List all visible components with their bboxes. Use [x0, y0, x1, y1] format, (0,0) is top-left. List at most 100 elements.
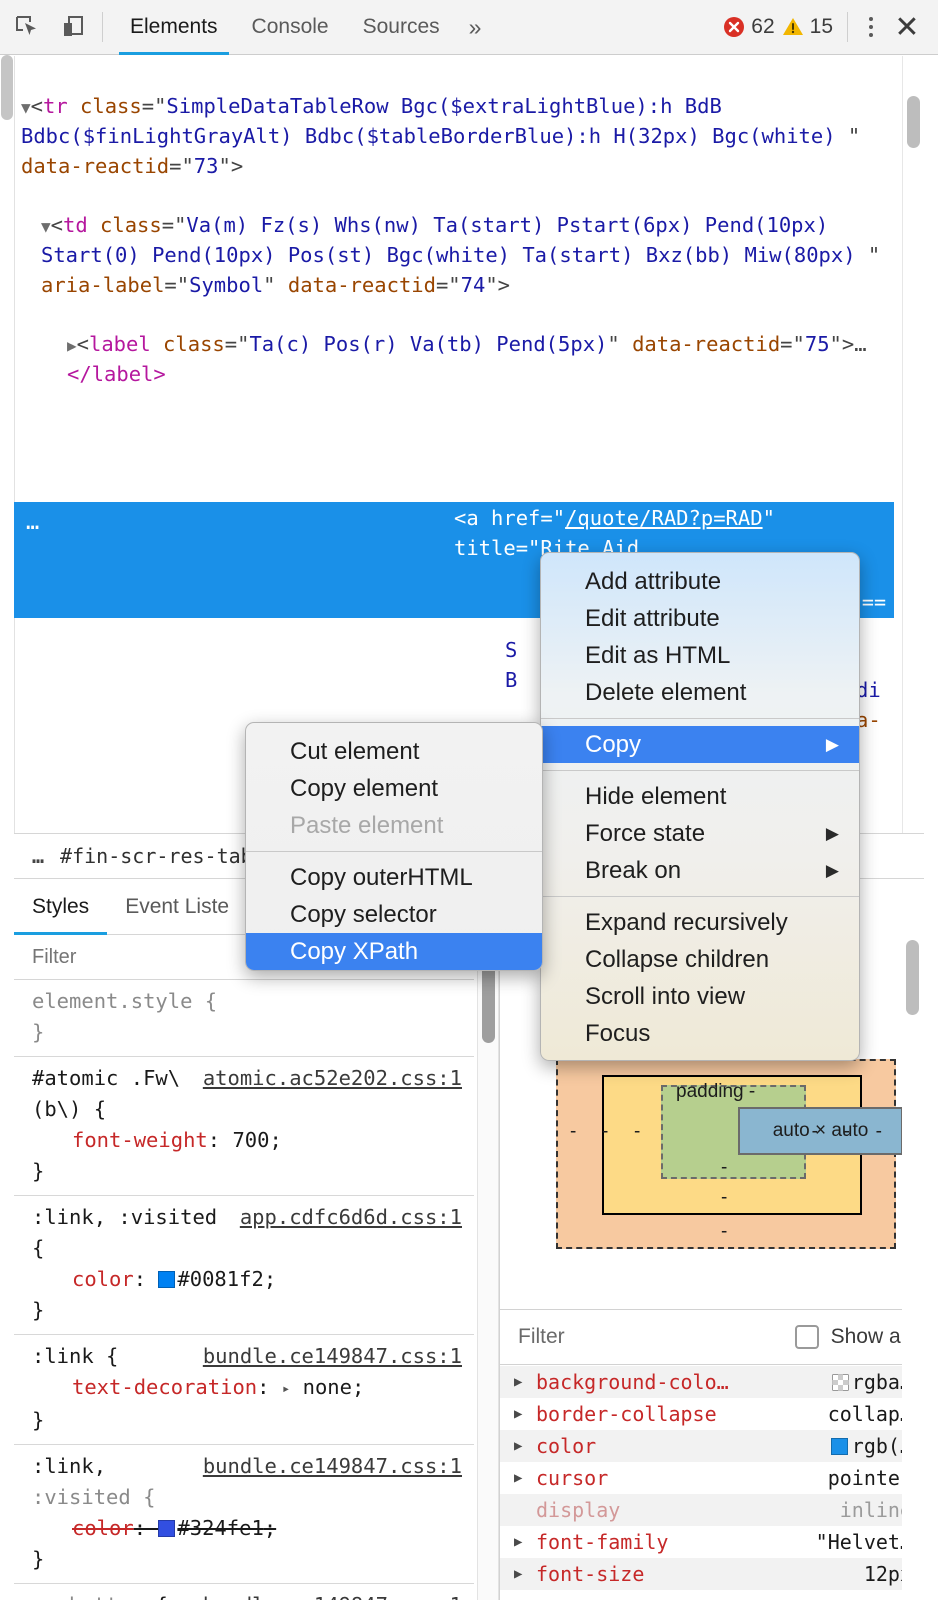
menu-item-force-state[interactable]: Force state ▶	[541, 815, 859, 852]
dom-tree-scrollbar[interactable]	[902, 56, 924, 833]
expand-triangle-icon[interactable]: ▶	[514, 1374, 536, 1390]
expand-triangle-icon[interactable]: ▼	[21, 98, 31, 117]
box-model-border-left-value[interactable]: -	[602, 1121, 608, 1143]
computed-row[interactable]: display inline	[500, 1494, 924, 1526]
box-model-margin-bottom-value[interactable]: -	[721, 1221, 727, 1243]
expand-triangle-icon[interactable]: ▶	[514, 1438, 536, 1454]
tab-console[interactable]: Console	[235, 0, 346, 55]
style-rule[interactable]: app.cdfc6d6d.css:1 :link, :visited { col…	[14, 1196, 474, 1335]
style-rule[interactable]: atomic.ac52e202.css:1 #atomic .Fw\ (b\) …	[14, 1057, 474, 1196]
style-rule-source-link[interactable]: atomic.ac52e202.css:1	[203, 1063, 462, 1094]
error-badge[interactable]: 62	[722, 15, 774, 39]
inspect-cursor-icon[interactable]	[8, 8, 46, 46]
box-model-margin-right-value[interactable]: -	[876, 1121, 882, 1143]
style-declaration-disabled[interactable]: color: #324fe1;	[14, 1513, 474, 1544]
menu-item-add-attribute[interactable]: Add attribute	[541, 563, 859, 600]
computed-filter-input[interactable]: Filter	[500, 1325, 565, 1349]
style-rule-source-link[interactable]: bundle.ce149847.css:1	[203, 1341, 462, 1372]
computed-row[interactable]: ▶ font-family "Helvet…	[500, 1526, 924, 1558]
styles-panel-scrollbar[interactable]	[477, 925, 499, 1600]
dom-node-label[interactable]: ▶<label class="Ta(c) Pos(r) Va(tb) Pend(…	[15, 330, 916, 390]
computed-filter-bar[interactable]: Filter Show all	[500, 1310, 924, 1365]
menu-item-copy-outerhtml[interactable]: Copy outerHTML	[246, 859, 542, 896]
css-property[interactable]: text-decoration	[72, 1375, 257, 1399]
computed-row[interactable]: ▶ background-colo… rgba…	[500, 1366, 924, 1398]
copy-submenu[interactable]: Cut element Copy element Paste element C…	[245, 722, 543, 971]
menu-item-expand-recursively[interactable]: Expand recursively	[541, 904, 859, 941]
style-rule-source-link[interactable]: bundle.ce149847.css:1	[203, 1451, 462, 1482]
computed-row[interactable]: ▶ color rgb(…	[500, 1430, 924, 1462]
menu-item-copy-xpath[interactable]: Copy XPath	[246, 933, 542, 970]
style-rule[interactable]: bundle.ce149847.css:1 :link, :visited { …	[14, 1445, 474, 1584]
box-model-padding-left-value[interactable]: -	[634, 1121, 640, 1143]
computed-row[interactable]: ▶ font-size 12px	[500, 1558, 924, 1590]
menu-item-break-on[interactable]: Break on ▶	[541, 852, 859, 889]
menu-item-copy[interactable]: Copy ▶	[541, 726, 859, 763]
box-model-padding-right-value[interactable]: -	[812, 1121, 818, 1143]
menu-item-delete-element[interactable]: Delete element	[541, 674, 859, 711]
menu-item-edit-as-html[interactable]: Edit as HTML	[541, 637, 859, 674]
tab-elements[interactable]: Elements	[113, 0, 235, 55]
tab-styles[interactable]: Styles	[14, 879, 107, 935]
dom-href-link[interactable]: /quote/RAD?p=RAD	[565, 506, 762, 530]
expand-triangle-icon[interactable]: ▶	[514, 1470, 536, 1486]
menu-item-copy-selector[interactable]: Copy selector	[246, 896, 542, 933]
color-swatch[interactable]	[158, 1520, 175, 1537]
menu-item-copy-element[interactable]: Copy element	[246, 770, 542, 807]
css-property[interactable]: color	[72, 1267, 134, 1291]
style-declaration[interactable]: font-weight: 700;	[14, 1125, 474, 1156]
dom-context-menu[interactable]: Add attribute Edit attribute Edit as HTM…	[540, 552, 860, 1061]
computed-panel-scrollbar-thumb[interactable]	[906, 940, 919, 1015]
css-value[interactable]: none	[303, 1375, 352, 1399]
css-value[interactable]: 700	[232, 1128, 269, 1152]
breadcrumb-overflow-icon[interactable]: …	[14, 844, 60, 868]
dom-collapsed-ellipsis[interactable]: …	[854, 332, 866, 356]
page-scrollbar[interactable]	[0, 55, 14, 1600]
css-value[interactable]: #324fe1	[177, 1516, 263, 1540]
more-tabs-chevron-icon[interactable]: »	[457, 0, 494, 55]
css-property[interactable]: font-weight	[72, 1128, 208, 1152]
style-declaration[interactable]: color: #0081f2;	[14, 1264, 474, 1295]
style-rule[interactable]: element.style { }	[14, 980, 474, 1057]
dom-tree-scrollbar-thumb[interactable]	[907, 96, 920, 148]
style-rule[interactable]: bundle.ce149847.css:1 :link { text-decor…	[14, 1335, 474, 1445]
box-model-padding-bottom-value[interactable]: -	[721, 1157, 727, 1179]
dom-node-tr[interactable]: ▼<tr class="SimpleDataTableRow Bgc($extr…	[15, 92, 916, 182]
tab-event-listeners[interactable]: Event Liste	[107, 879, 247, 935]
menu-item-focus[interactable]: Focus	[541, 1015, 859, 1052]
breadcrumb-item[interactable]: #fin-scr-res-tabl	[60, 844, 265, 868]
color-swatch[interactable]	[158, 1271, 175, 1288]
computed-row[interactable]: ▶ cursor pointer	[500, 1462, 924, 1494]
collapse-triangle-icon[interactable]: ▶	[67, 336, 77, 355]
expand-triangle-icon[interactable]: ▶	[514, 1406, 536, 1422]
more-options-icon[interactable]	[856, 17, 886, 37]
warning-badge[interactable]: 15	[781, 15, 833, 39]
css-property[interactable]: color	[72, 1516, 134, 1540]
expand-triangle-icon[interactable]: ▼	[41, 217, 51, 236]
style-rule[interactable]: bundle.ce149847.css:1 a, button { backgr…	[14, 1584, 474, 1600]
style-declaration[interactable]: text-decoration: ▸ none;	[14, 1372, 474, 1405]
style-rule-selector[interactable]: element.style {	[14, 986, 474, 1017]
close-icon[interactable]: ✕	[886, 6, 928, 48]
box-model-border-right-value[interactable]: -	[844, 1121, 850, 1143]
box-model-margin-left-value[interactable]: -	[570, 1121, 576, 1143]
dom-node-td[interactable]: ▼<td class="Va(m) Fz(s) Whs(nw) Ta(start…	[15, 211, 916, 301]
menu-item-cut-element[interactable]: Cut element	[246, 733, 542, 770]
menu-item-edit-attribute[interactable]: Edit attribute	[541, 600, 859, 637]
expand-triangle-icon[interactable]: ▶	[514, 1566, 536, 1582]
show-all-checkbox[interactable]	[795, 1325, 819, 1349]
computed-panel-scrollbar[interactable]	[902, 900, 924, 1600]
device-toolbar-icon[interactable]	[54, 8, 92, 46]
style-rule-source-link[interactable]: app.cdfc6d6d.css:1	[240, 1202, 462, 1233]
menu-item-hide-element[interactable]: Hide element	[541, 778, 859, 815]
computed-row[interactable]: ▶ border-collapse collap…	[500, 1398, 924, 1430]
tab-sources[interactable]: Sources	[346, 0, 457, 55]
style-rule-source-link[interactable]: bundle.ce149847.css:1	[203, 1590, 462, 1600]
expand-triangle-icon[interactable]: ▸	[282, 1374, 290, 1405]
expand-triangle-icon[interactable]: ▶	[514, 1534, 536, 1550]
css-value[interactable]: #0081f2	[177, 1267, 263, 1291]
box-model-border-bottom-value[interactable]: -	[721, 1187, 727, 1209]
dom-row-ellipsis[interactable]: …	[26, 510, 41, 535]
box-model-diagram[interactable]: auto × auto padding - - - - - - - - - -	[556, 1059, 896, 1249]
page-scrollbar-thumb[interactable]	[1, 55, 13, 120]
